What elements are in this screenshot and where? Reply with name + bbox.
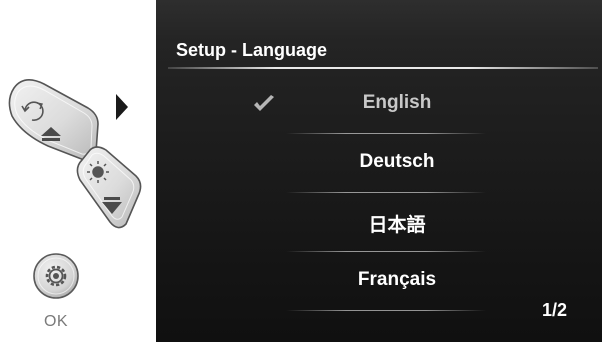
page-indicator: 1/2 xyxy=(542,300,568,320)
separator xyxy=(286,133,486,134)
play-arrow-icon xyxy=(116,94,128,120)
title-divider xyxy=(168,67,598,69)
separator xyxy=(286,310,486,311)
ok-label: OK xyxy=(43,313,69,330)
separator xyxy=(286,251,486,252)
ok-button[interactable] xyxy=(33,253,79,299)
separator xyxy=(286,192,486,193)
device-root: OK Setup - Language English Deutsch 日本語 … xyxy=(0,0,602,342)
language-item-english[interactable]: English xyxy=(252,84,592,124)
brightness-down-button[interactable] xyxy=(74,146,146,232)
screen-title: Setup - Language xyxy=(176,40,328,60)
language-item-francais[interactable]: Français xyxy=(252,261,592,301)
language-label: English xyxy=(362,92,432,113)
language-label: 日本語 xyxy=(368,215,426,236)
language-label: Français xyxy=(357,269,437,290)
checkmark-icon xyxy=(254,95,274,111)
language-item-japanese[interactable]: 日本語 xyxy=(252,202,592,242)
language-label: Deutsch xyxy=(359,151,435,172)
control-panel: OK xyxy=(0,0,156,342)
display-screen: Setup - Language English Deutsch 日本語 Fra… xyxy=(156,0,602,342)
language-item-deutsch[interactable]: Deutsch xyxy=(252,143,592,183)
